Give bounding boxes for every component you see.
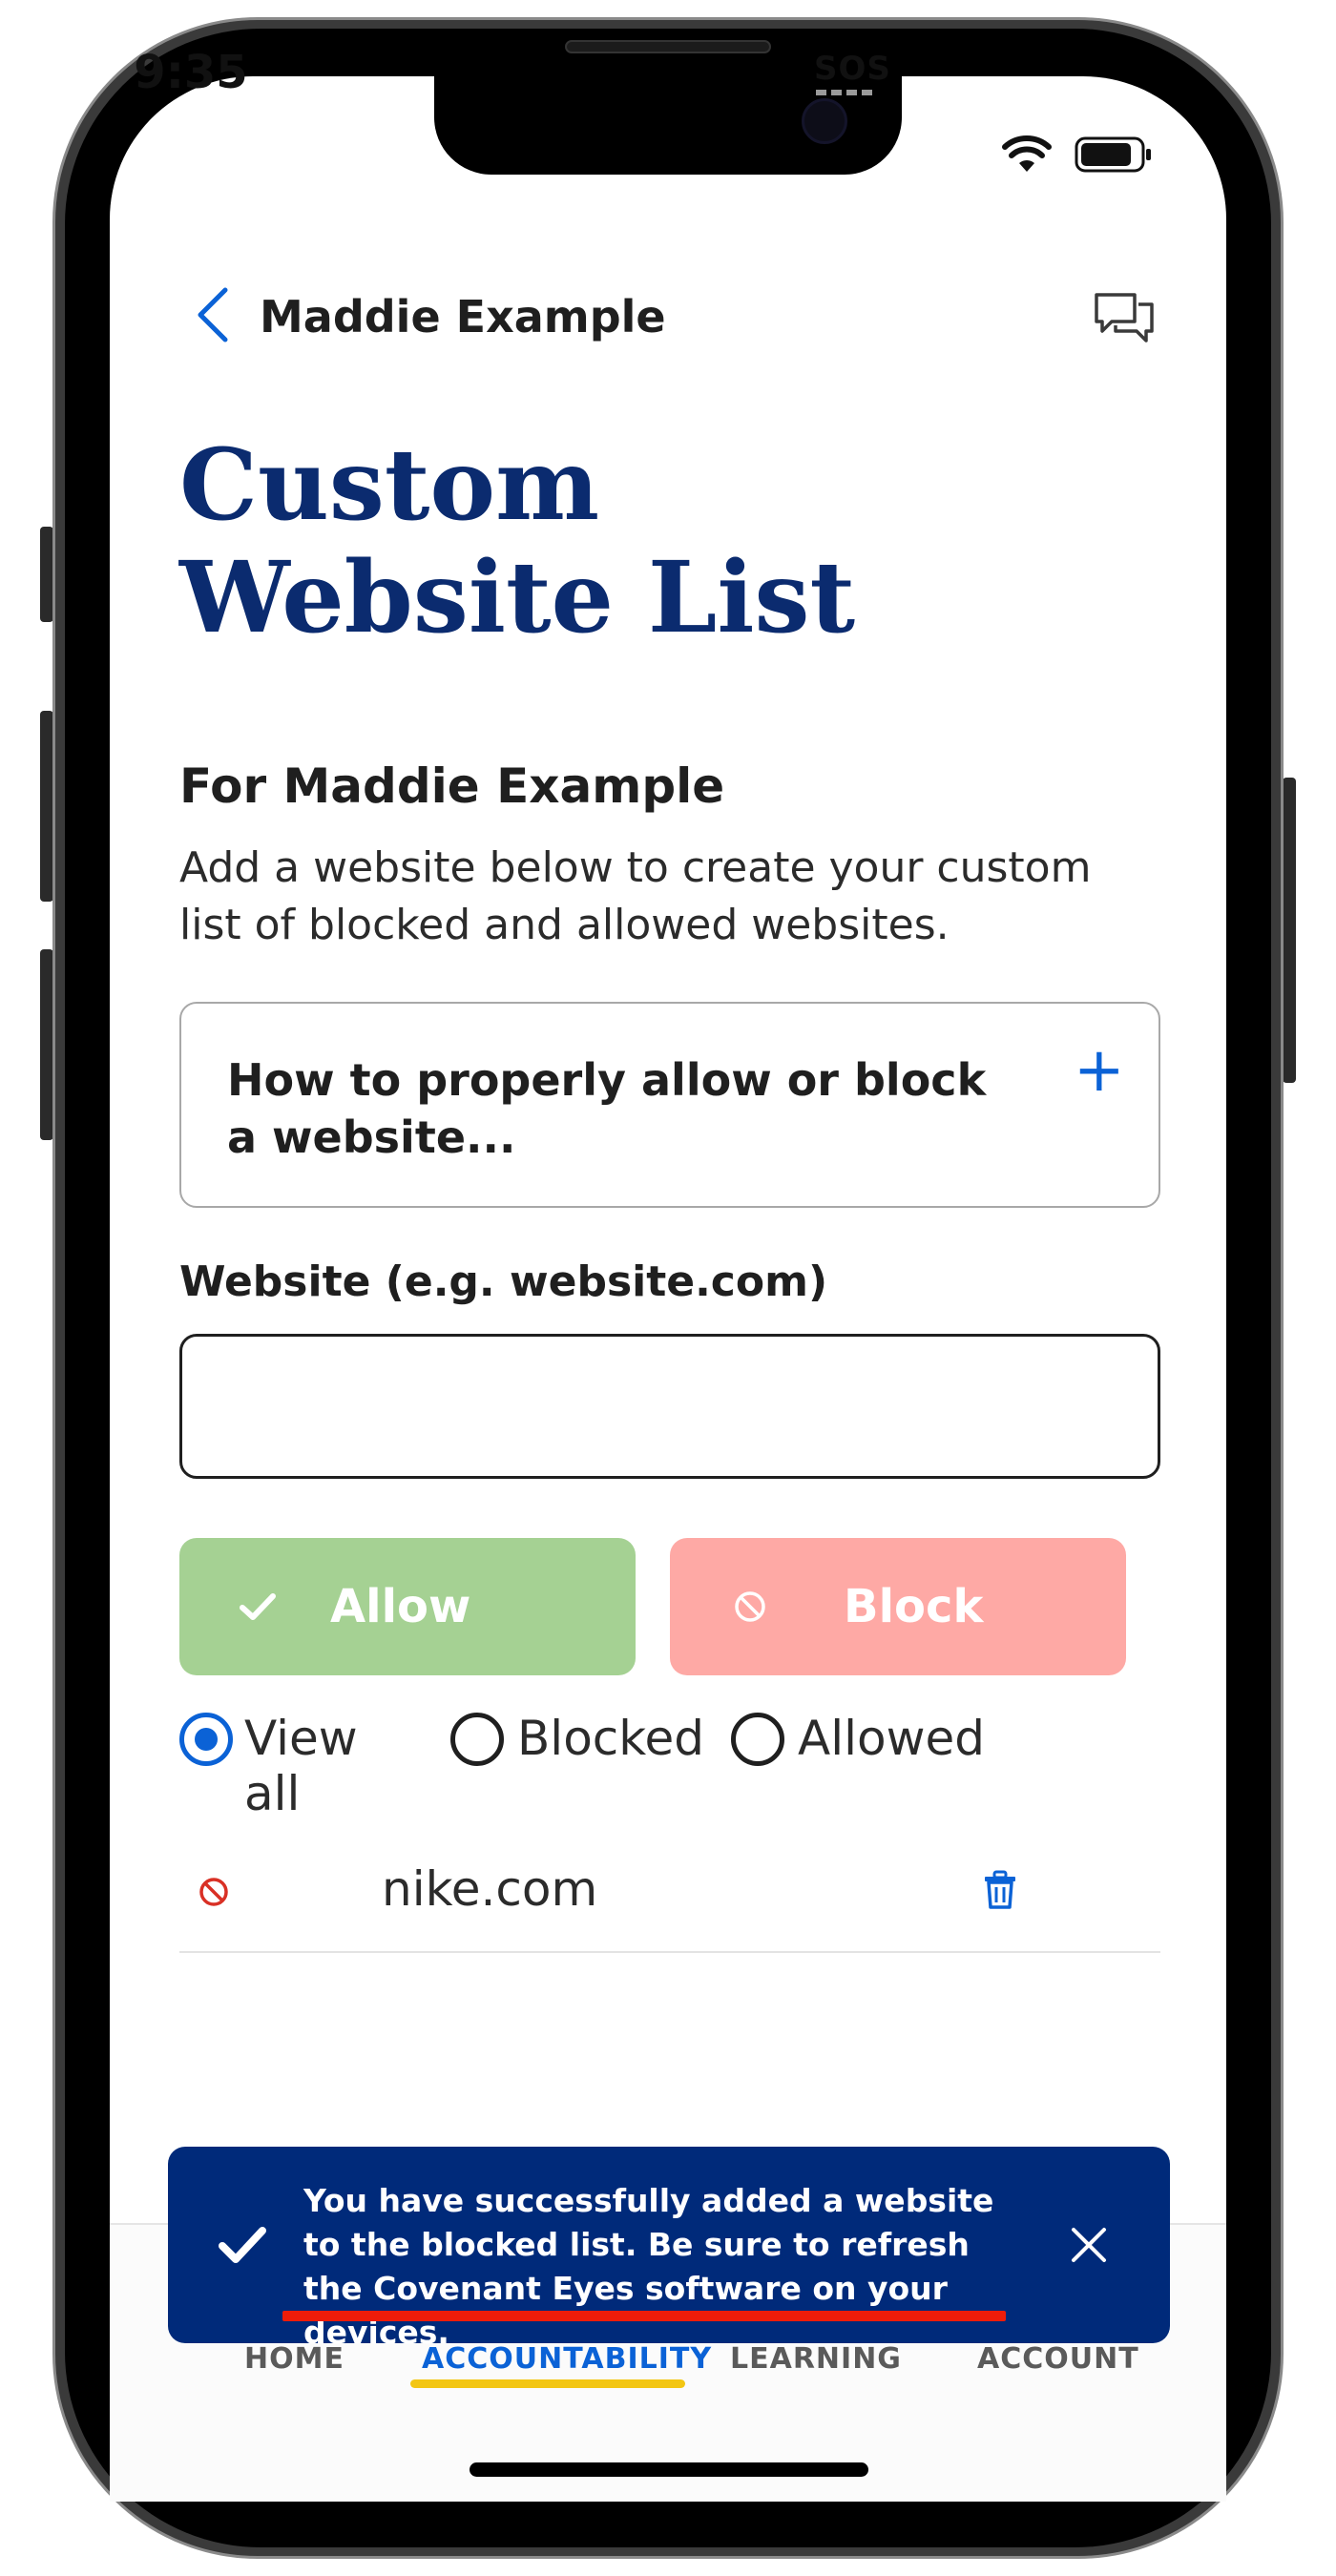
page-title: Custom Website List — [179, 427, 856, 655]
signal-dots — [816, 90, 875, 95]
blocked-status-icon — [199, 1878, 228, 1906]
back-link-label[interactable]: Maddie Example — [260, 291, 666, 343]
section-description: Add a website below to create your custo… — [179, 843, 1092, 949]
volume-down-button — [40, 949, 53, 1140]
radio-blocked-label[interactable]: Blocked — [517, 1711, 704, 1766]
help-accordion[interactable]: How to properly allow or block a website… — [179, 1002, 1160, 1208]
back-chevron-icon[interactable] — [191, 286, 235, 343]
allow-button-label: Allow — [330, 1580, 471, 1633]
home-indicator[interactable] — [470, 2462, 868, 2477]
accordion-label: How to properly allow or block a website… — [227, 1054, 987, 1163]
status-time: 9:35 — [134, 46, 248, 99]
toast-message: You have successfully added a website to… — [303, 2182, 994, 2351]
trash-icon[interactable] — [981, 1869, 1019, 1911]
radio-view-all[interactable] — [179, 1713, 233, 1766]
checkmark-icon — [219, 2227, 266, 2263]
radio-view-all-label[interactable]: View all — [244, 1711, 358, 1821]
list-item: nike.com — [179, 1846, 1160, 1953]
block-icon — [735, 1591, 765, 1622]
section-subtitle: For Maddie Example — [179, 758, 725, 814]
block-button-label: Block — [844, 1580, 984, 1633]
checkmark-icon — [240, 1593, 276, 1620]
earpiece-speaker — [565, 40, 771, 53]
power-button — [1283, 778, 1296, 1083]
close-icon[interactable] — [1070, 2226, 1108, 2264]
chat-icon[interactable] — [1093, 291, 1156, 350]
silent-switch — [40, 527, 53, 622]
radio-allowed[interactable] — [731, 1713, 784, 1766]
website-url: nike.com — [382, 1861, 598, 1917]
allow-button[interactable]: Allow — [179, 1538, 636, 1675]
website-input[interactable] — [179, 1334, 1160, 1479]
active-tab-indicator — [410, 2379, 685, 2388]
wifi-icon — [1002, 135, 1052, 172]
highlight-underline — [282, 2311, 1006, 2321]
radio-blocked[interactable] — [450, 1713, 504, 1766]
volume-up-button — [40, 711, 53, 902]
success-toast: You have successfully added a website to… — [168, 2147, 1170, 2351]
block-button[interactable]: Block — [670, 1538, 1126, 1675]
front-camera — [802, 98, 847, 144]
website-field-label: Website (e.g. website.com) — [179, 1257, 828, 1306]
battery-icon — [1075, 136, 1151, 173]
plus-icon[interactable]: + — [1074, 1037, 1125, 1104]
radio-allowed-label[interactable]: Allowed — [798, 1711, 985, 1766]
status-sos: SOS — [814, 50, 891, 88]
